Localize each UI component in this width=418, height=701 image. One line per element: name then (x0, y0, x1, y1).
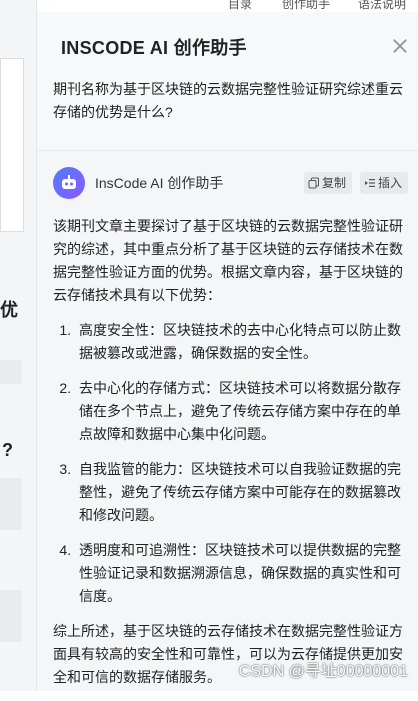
bot-name: InsCode AI 创作助手 (95, 175, 224, 191)
copy-icon (308, 177, 319, 189)
top-nav: 目录 创作助手 语法说明 (36, 0, 418, 12)
answer-points: 高度安全性：区块链技术的去中心化特点可以防止数据被篡改或泄露，确保数据的安全性。… (53, 319, 409, 608)
nav-item-toc[interactable]: 目录 (228, 0, 252, 12)
ai-assistant-panel: INSCODE AI 创作助手 期刊名称为基于区块链的云数据完整性验证研究综述重… (37, 12, 418, 691)
bot-header: InsCode AI 创作助手 复制 插入 (53, 167, 410, 199)
nav-item-creation-assistant[interactable]: 创作助手 (282, 0, 330, 12)
background-heading-char: 优 (0, 300, 18, 320)
panel-header: INSCODE AI 创作助手 (37, 12, 418, 82)
background-block (0, 360, 22, 384)
nav-item-syntax-guide[interactable]: 语法说明 (358, 0, 406, 12)
answer-point: 透明度和可追溯性：区块链技术可以提供数据的完整性验证记录和数据溯源信息，确保数据… (75, 539, 409, 608)
bot-avatar-icon (53, 167, 85, 199)
answer-card: InsCode AI 创作助手 复制 插入 该期刊文章主要探讨了基于区块链的云数… (37, 151, 418, 691)
answer-point: 自我监管的能力：区块链技术可以自我验证数据的完整性，避免了传统云存储方案中可能存… (75, 458, 409, 527)
background-block (0, 590, 22, 642)
background-heading-char: ? (2, 440, 13, 460)
copy-button-label: 复制 (322, 176, 347, 190)
close-icon[interactable] (390, 36, 410, 56)
user-question: 期刊名称为基于区块链的云数据完整性验证研究综述重云存储的优势是什么? (53, 81, 403, 120)
background-preview-card (0, 58, 24, 232)
answer-point: 高度安全性：区块链技术的去中心化特点可以防止数据被篡改或泄露，确保数据的安全性。 (75, 319, 409, 365)
answer-body: 该期刊文章主要探讨了基于区块链的云数据完整性验证研究的综述，其中重点分析了基于区… (53, 215, 409, 701)
watermark: CSDN @寻址00000001 (238, 663, 408, 680)
panel-title: INSCODE AI 创作助手 (61, 38, 247, 58)
insert-button-label: 插入 (378, 176, 403, 190)
insert-button[interactable]: 插入 (360, 172, 409, 194)
answer-point: 去中心化的存储方式：区块链技术可以将数据分散存储在多个节点上，避免了传统云存储方… (75, 377, 409, 446)
answer-intro: 该期刊文章主要探讨了基于区块链的云数据完整性验证研究的综述，其中重点分析了基于区… (53, 218, 403, 303)
background-block (0, 478, 22, 530)
background-page-strip: 优 ? (0, 0, 37, 691)
copy-button[interactable]: 复制 (304, 172, 353, 194)
insert-icon (365, 179, 375, 187)
